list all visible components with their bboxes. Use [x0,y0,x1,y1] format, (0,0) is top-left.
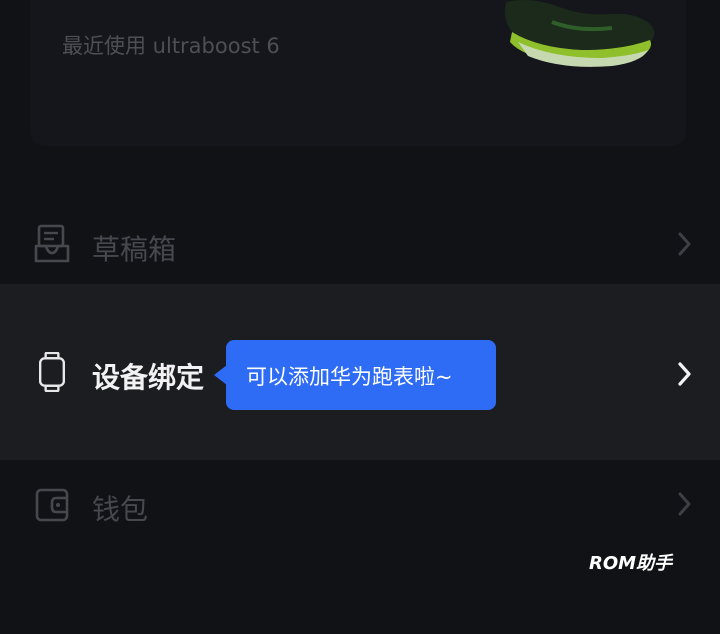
chevron-right-icon [678,362,691,386]
tooltip-arrow [214,365,227,385]
screen: 最近使用 ultraboost 6 草稿箱 设备绑定 可以添加华为跑表啦~ 钱包… [0,0,720,634]
watch-icon [39,352,65,392]
menu-label-drafts: 草稿箱 [92,233,177,266]
tooltip-text: 可以添加华为跑表啦~ [246,365,453,389]
menu-label-wallet: 钱包 [92,493,149,526]
running-shoe-image [505,0,655,67]
menu-item-drafts[interactable]: 草稿箱 [0,206,720,282]
recent-shoe-text: 最近使用 ultraboost 6 [62,34,280,58]
menu-label-device-binding: 设备绑定 [92,361,205,394]
watermark: ROM助手 [589,553,673,574]
chevron-right-icon [678,232,691,256]
chevron-right-icon [678,492,691,516]
wallet-icon [35,488,69,522]
draft-box-icon [34,224,70,263]
tooltip-bubble[interactable]: 可以添加华为跑表啦~ [214,340,496,410]
menu-item-wallet[interactable]: 钱包 [0,468,720,544]
